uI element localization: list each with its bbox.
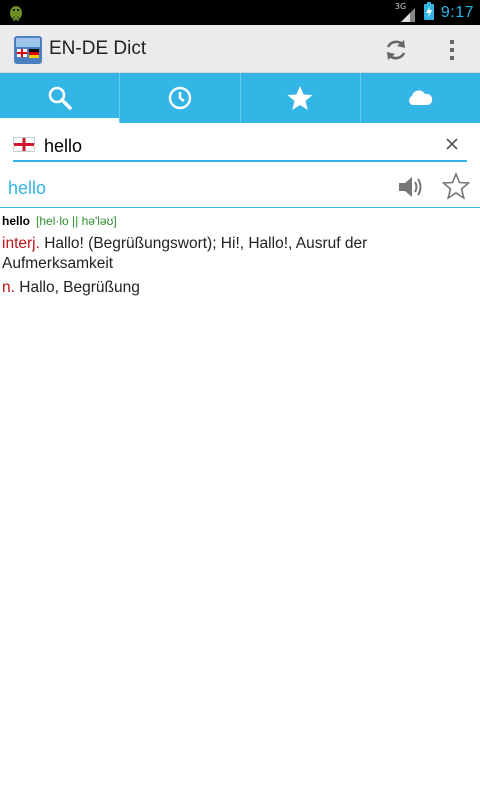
overflow-menu-button[interactable] (434, 32, 470, 68)
android-icon (6, 2, 26, 22)
clock: 9:17 (440, 3, 474, 21)
favorites-star-icon (287, 86, 313, 110)
result-header: hello (0, 168, 480, 208)
sense-text: Hallo! (Begrüßungswort); Hi!, Hallo!, Au… (2, 235, 368, 272)
tab-active-indicator (0, 118, 120, 123)
english-flag-icon[interactable] (13, 137, 35, 152)
search-icon (48, 86, 72, 110)
sync-button[interactable] (378, 32, 414, 68)
sync-icon (386, 40, 406, 60)
sense-text: Hallo, Begrüßung (19, 279, 140, 296)
sense-pos: interj. (2, 235, 40, 252)
tab-cloud[interactable] (361, 73, 480, 123)
app-title: EN-DE Dict (49, 38, 147, 59)
status-icons: 3G 9:17 (395, 0, 474, 25)
tab-search[interactable] (0, 73, 121, 123)
entry-word: hello (2, 214, 31, 228)
add-favorite-button[interactable] (441, 171, 472, 202)
battery-charging-icon (423, 1, 435, 25)
dictionary-entry: hello [hel·lo || hə'ləʊ] interj. Hallo! (… (2, 212, 472, 298)
action-bar: EN-DE Dict (0, 25, 480, 73)
app-logo-icon[interactable] (14, 36, 42, 64)
tab-history[interactable] (120, 73, 241, 123)
entry-header: hello [hel·lo || hə'ləʊ] (2, 212, 472, 230)
close-icon (446, 138, 458, 150)
status-bar: 3G 9:17 (0, 0, 480, 25)
sense-pos: n. (2, 279, 15, 296)
tab-bar (0, 73, 480, 123)
history-icon (168, 86, 192, 110)
speaker-icon (399, 177, 422, 197)
result-headword: hello (8, 178, 47, 198)
star-outline-icon (441, 171, 471, 200)
overflow-menu-icon (450, 40, 454, 60)
signal-icon: 3G (395, 2, 417, 23)
search-bar (13, 130, 467, 162)
entry-sense: interj. Hallo! (Begrüßungswort); Hi!, Ha… (2, 234, 472, 274)
entry-sense: n. Hallo, Begrüßung (2, 278, 472, 298)
clear-search-button[interactable] (443, 135, 461, 153)
search-input[interactable] (44, 133, 424, 159)
pronounce-button[interactable] (396, 172, 426, 202)
entry-pronunciation: [hel·lo || hə'ləʊ] (36, 214, 117, 228)
cloud-icon (409, 90, 433, 105)
tab-favorites[interactable] (241, 73, 361, 123)
